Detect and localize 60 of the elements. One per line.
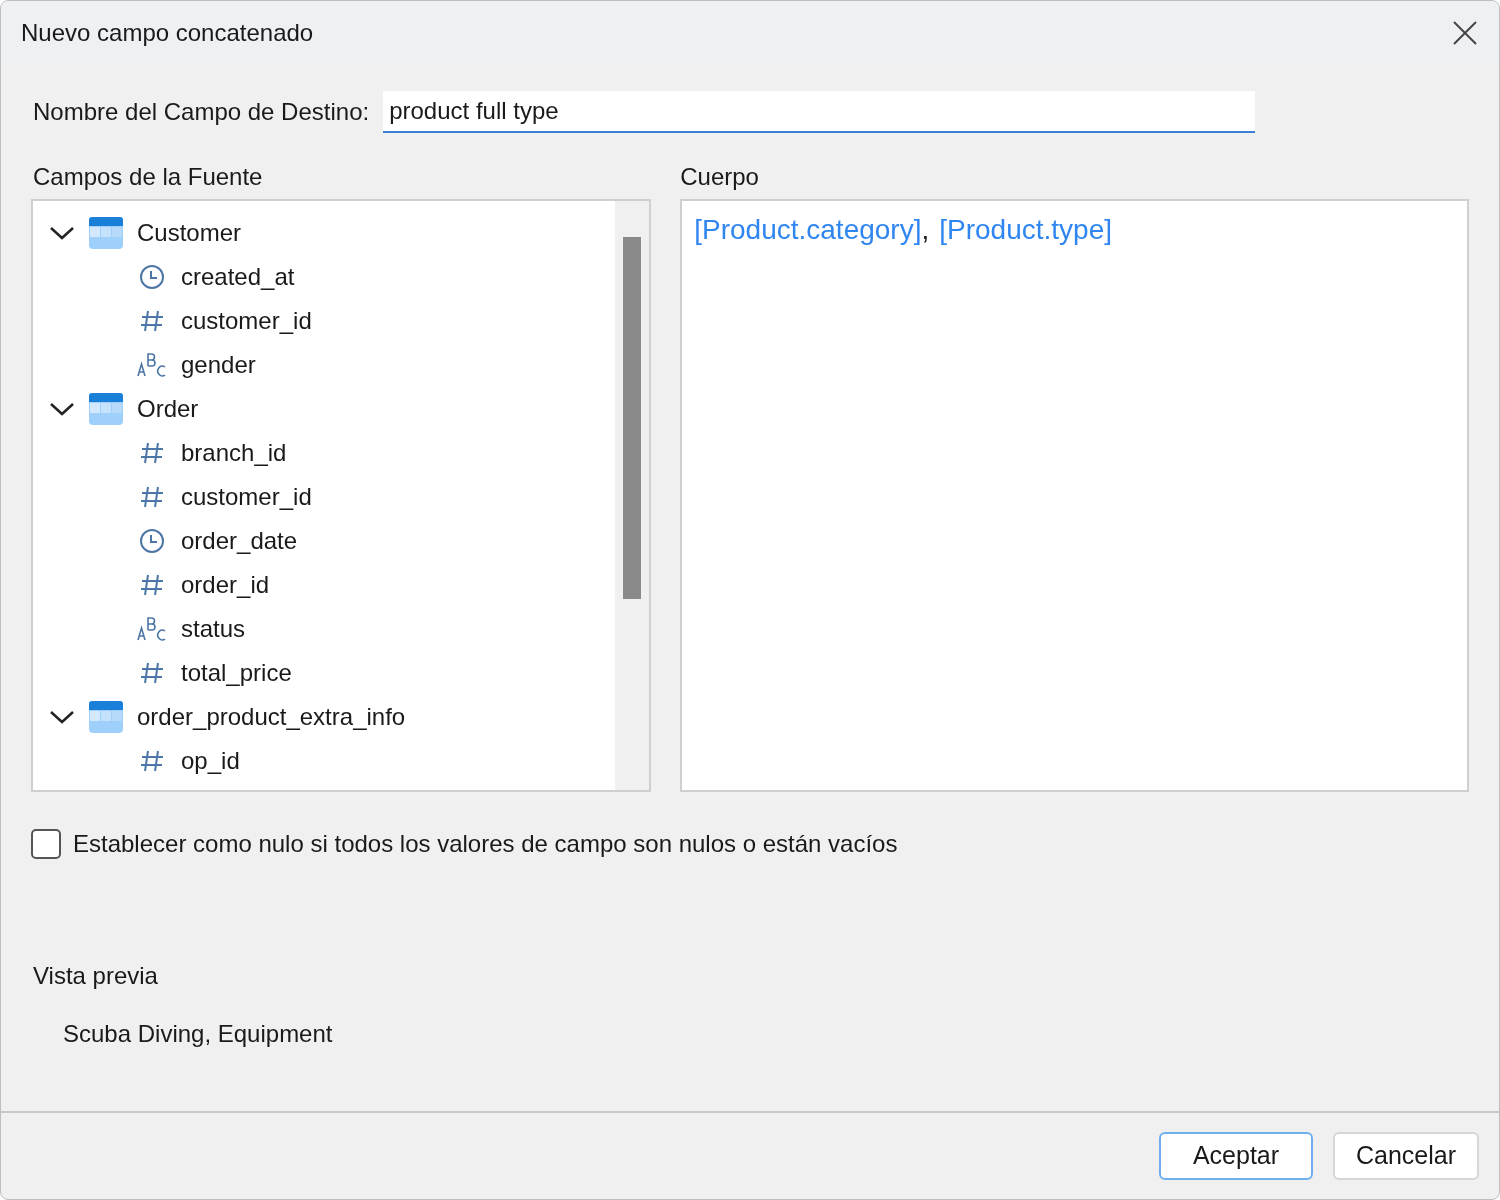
field-name: status — [181, 614, 246, 644]
section-label: Cuerpo — [680, 162, 760, 192]
tree-item[interactable]: order_product_extra_info — [49, 695, 616, 739]
hash-icon — [139, 748, 165, 774]
field-name: total_price — [181, 658, 292, 688]
clock-icon — [139, 528, 165, 554]
table-name: Order — [137, 394, 199, 424]
field-name: branch_id — [181, 438, 287, 468]
tree-item[interactable]: customer_id — [49, 299, 616, 343]
field-label: Nombre del Campo de Destino: — [32, 97, 370, 127]
clock-icon — [139, 264, 165, 290]
tree-item[interactable]: Order — [49, 387, 616, 431]
table-name: Customer — [137, 218, 242, 248]
field-reference: [Product.category] — [694, 213, 922, 247]
field-name: created_at — [181, 262, 295, 292]
field-name: order_id — [181, 570, 270, 600]
field-name: op_id — [181, 746, 240, 776]
hash-icon — [139, 660, 165, 686]
dialog-button[interactable]: Cancelar — [1333, 1132, 1479, 1180]
tree-item[interactable]: created_at — [49, 255, 616, 299]
tree-item[interactable]: Customer — [49, 211, 616, 255]
hash-icon — [139, 308, 165, 334]
field-name: customer_id — [181, 482, 312, 512]
hash-icon — [139, 484, 165, 510]
close-icon — [1452, 20, 1478, 46]
chevron-icon[interactable] — [49, 401, 75, 417]
table-icon — [89, 217, 123, 249]
table-name: order_product_extra_info — [137, 702, 406, 732]
tree-item[interactable]: gender — [49, 343, 616, 387]
tree-item[interactable]: op_id — [49, 739, 616, 783]
section-label: Campos de la Fuente — [32, 162, 264, 192]
text-type-icon — [137, 616, 167, 642]
scrollbar[interactable] — [615, 201, 650, 790]
tree-item[interactable]: order_id — [49, 563, 616, 607]
body-editor[interactable]: [Product.category], [Product.type] — [680, 199, 1469, 792]
preview-label: Vista previa — [32, 961, 159, 991]
preview-text: Scuba Diving, Equipment — [62, 1019, 334, 1049]
table-icon — [89, 393, 123, 425]
hash-icon — [139, 572, 165, 598]
checkbox[interactable] — [31, 829, 61, 859]
hash-icon — [139, 440, 165, 466]
dialog-button[interactable]: Aceptar — [1159, 1132, 1313, 1180]
scrollbar-thumb[interactable] — [623, 237, 642, 599]
input-field[interactable]: product full type — [383, 91, 1256, 133]
tree-item[interactable]: order_date — [49, 519, 616, 563]
field-name: gender — [181, 350, 256, 380]
tree-item[interactable]: customer_id — [49, 475, 616, 519]
table-icon — [89, 701, 123, 733]
field-reference: [Product.type] — [939, 213, 1112, 247]
separator-text: , — [921, 213, 930, 247]
tree-item[interactable]: branch_id — [49, 431, 616, 475]
chevron-icon[interactable] — [49, 225, 75, 241]
text-type-icon — [137, 352, 167, 378]
chevron-icon[interactable] — [49, 709, 75, 725]
tree-item[interactable]: status — [49, 607, 616, 651]
window-title: Nuevo campo concatenado — [21, 18, 314, 48]
checkbox-label: Establecer como nulo si todos los valores de campo son nulos o están vacíos — [73, 829, 898, 859]
tree-item[interactable]: total_price — [49, 651, 616, 695]
field-name: customer_id — [181, 306, 312, 336]
field-name: order_date — [181, 526, 298, 556]
